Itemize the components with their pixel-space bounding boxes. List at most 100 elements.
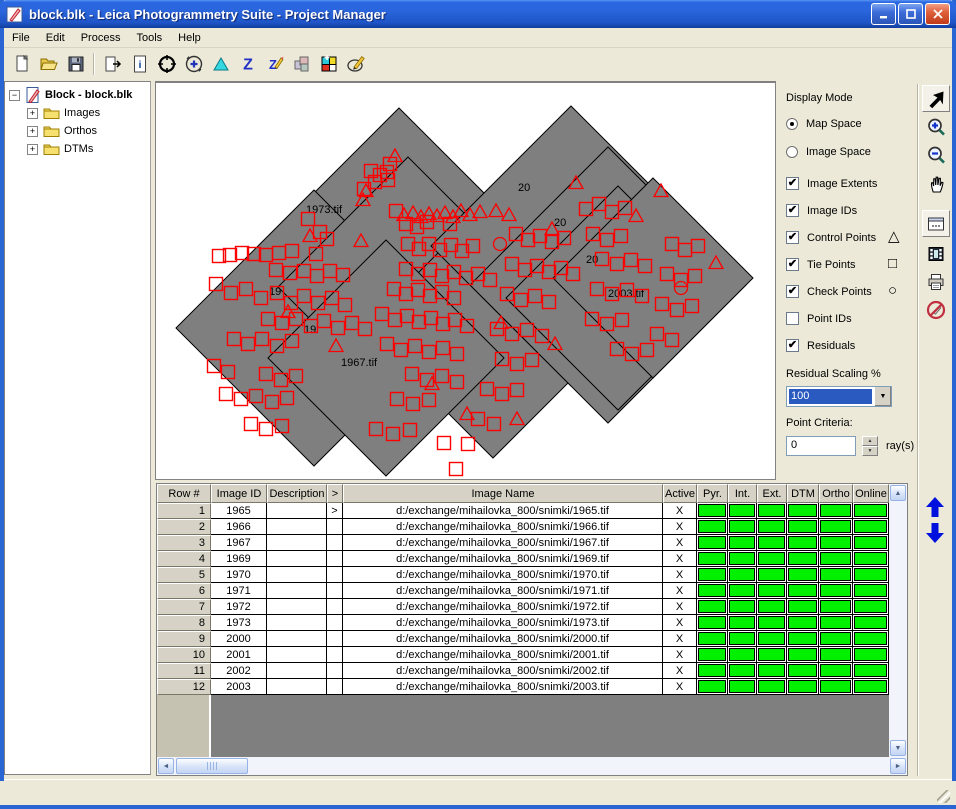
- column-header--[interactable]: >: [327, 484, 343, 503]
- checkbox-point-ids[interactable]: Point IDs: [786, 312, 852, 325]
- scroll-left-icon[interactable]: ◄: [158, 758, 174, 774]
- cell-image-name[interactable]: d:/exchange/mihailovka_800/snimki/2002.t…: [343, 663, 663, 679]
- cell-description[interactable]: [267, 535, 327, 551]
- cell-status[interactable]: [697, 679, 728, 695]
- table-vertical-scrollbar[interactable]: ▲▼: [889, 484, 907, 757]
- expand-icon[interactable]: +: [27, 126, 38, 137]
- cell-image-name[interactable]: d:/exchange/mihailovka_800/snimki/1965.t…: [343, 503, 663, 519]
- cell-status[interactable]: [787, 519, 819, 535]
- cell-active[interactable]: X: [663, 615, 697, 631]
- checkbox-check-points[interactable]: ✔Check Points: [786, 285, 872, 298]
- cell-active[interactable]: X: [663, 599, 697, 615]
- cell-description-arrow[interactable]: [327, 551, 343, 567]
- row-number[interactable]: 1: [157, 503, 211, 519]
- column-header-image-id[interactable]: Image ID: [211, 484, 267, 503]
- cell-status[interactable]: [757, 599, 787, 615]
- cell-status[interactable]: [728, 583, 757, 599]
- column-header-row-[interactable]: Row #: [157, 484, 211, 503]
- cell-description-arrow[interactable]: [327, 599, 343, 615]
- cell-status[interactable]: [697, 583, 728, 599]
- export-block-button[interactable]: [99, 51, 126, 77]
- column-header-dtm[interactable]: DTM: [787, 484, 819, 503]
- cell-description-arrow[interactable]: [327, 583, 343, 599]
- column-header-description[interactable]: Description: [267, 484, 327, 503]
- cell-status[interactable]: [697, 567, 728, 583]
- cell-status[interactable]: [853, 503, 889, 519]
- row-number[interactable]: 7: [157, 599, 211, 615]
- cell-status[interactable]: [757, 535, 787, 551]
- cell-status[interactable]: [787, 679, 819, 695]
- cell-description-arrow[interactable]: [327, 535, 343, 551]
- cell-active[interactable]: X: [663, 503, 697, 519]
- cell-status[interactable]: [697, 615, 728, 631]
- cell-status[interactable]: [728, 503, 757, 519]
- cell-image-name[interactable]: d:/exchange/mihailovka_800/snimki/1967.t…: [343, 535, 663, 551]
- scrollbar-thumb[interactable]: [176, 758, 248, 774]
- move-row-down-button[interactable]: [925, 522, 945, 544]
- checkbox-icon[interactable]: ✔: [786, 231, 799, 244]
- row-number[interactable]: 5: [157, 567, 211, 583]
- modules-button[interactable]: [288, 51, 315, 77]
- cell-status[interactable]: [853, 647, 889, 663]
- cell-status[interactable]: [757, 519, 787, 535]
- open-folder-button[interactable]: [35, 51, 62, 77]
- cell-status[interactable]: [757, 631, 787, 647]
- cell-status[interactable]: [697, 551, 728, 567]
- tree-item-images[interactable]: + Images: [27, 104, 150, 122]
- expand-icon[interactable]: +: [27, 108, 38, 119]
- triangulation-button[interactable]: [207, 51, 234, 77]
- cell-description-arrow[interactable]: [327, 663, 343, 679]
- cell-status[interactable]: [853, 679, 889, 695]
- cell-status[interactable]: [787, 535, 819, 551]
- menu-tools[interactable]: Tools: [128, 29, 170, 47]
- cell-active[interactable]: X: [663, 535, 697, 551]
- cell-status[interactable]: [819, 663, 853, 679]
- radio-icon[interactable]: [786, 146, 798, 158]
- cell-status[interactable]: [853, 583, 889, 599]
- select-arrow-button[interactable]: [922, 85, 950, 112]
- cell-description[interactable]: [267, 647, 327, 663]
- radio-icon[interactable]: [786, 118, 798, 130]
- row-number[interactable]: 6: [157, 583, 211, 599]
- spin-down-icon[interactable]: ▼: [862, 446, 878, 456]
- cell-status[interactable]: [757, 615, 787, 631]
- checkbox-icon[interactable]: ✔: [786, 285, 799, 298]
- cell-status[interactable]: [787, 663, 819, 679]
- cell-status[interactable]: [819, 535, 853, 551]
- cell-image-name[interactable]: d:/exchange/mihailovka_800/snimki/1966.t…: [343, 519, 663, 535]
- cell-status[interactable]: [757, 647, 787, 663]
- map-view[interactable]: 1973.tif19191967.tif2020202003.tif: [155, 81, 776, 480]
- checkbox-icon[interactable]: ✔: [786, 204, 799, 217]
- cell-active[interactable]: X: [663, 519, 697, 535]
- cell-status[interactable]: [728, 535, 757, 551]
- checkbox-icon[interactable]: ✔: [786, 258, 799, 271]
- column-header-ext-[interactable]: Ext.: [757, 484, 787, 503]
- cell-status[interactable]: [757, 679, 787, 695]
- spin-up-icon[interactable]: ▲: [862, 436, 878, 446]
- cell-image-id[interactable]: 1972: [211, 599, 267, 615]
- cell-description[interactable]: [267, 679, 327, 695]
- cell-status[interactable]: [697, 503, 728, 519]
- cell-description[interactable]: [267, 519, 327, 535]
- cell-image-id[interactable]: 1971: [211, 583, 267, 599]
- column-header-image-name[interactable]: Image Name: [343, 484, 663, 503]
- cell-description-arrow[interactable]: [327, 679, 343, 695]
- cell-status[interactable]: [728, 567, 757, 583]
- cell-status[interactable]: [787, 551, 819, 567]
- zoom-out-button[interactable]: [922, 141, 950, 168]
- cell-description[interactable]: [267, 551, 327, 567]
- cell-status[interactable]: [728, 599, 757, 615]
- cell-status[interactable]: [819, 647, 853, 663]
- cell-image-name[interactable]: d:/exchange/mihailovka_800/snimki/2001.t…: [343, 647, 663, 663]
- cell-status[interactable]: [787, 567, 819, 583]
- cell-description[interactable]: [267, 615, 327, 631]
- cell-description[interactable]: [267, 599, 327, 615]
- cell-status[interactable]: [757, 503, 787, 519]
- cell-description-arrow[interactable]: [327, 631, 343, 647]
- cell-status[interactable]: [819, 503, 853, 519]
- cell-status[interactable]: [728, 519, 757, 535]
- close-button[interactable]: [925, 3, 950, 25]
- dtm-editor-button[interactable]: Z: [261, 51, 288, 77]
- checkbox-tie-points[interactable]: ✔Tie Points: [786, 258, 856, 271]
- point-criteria-stepper[interactable]: ▲▼: [862, 436, 878, 456]
